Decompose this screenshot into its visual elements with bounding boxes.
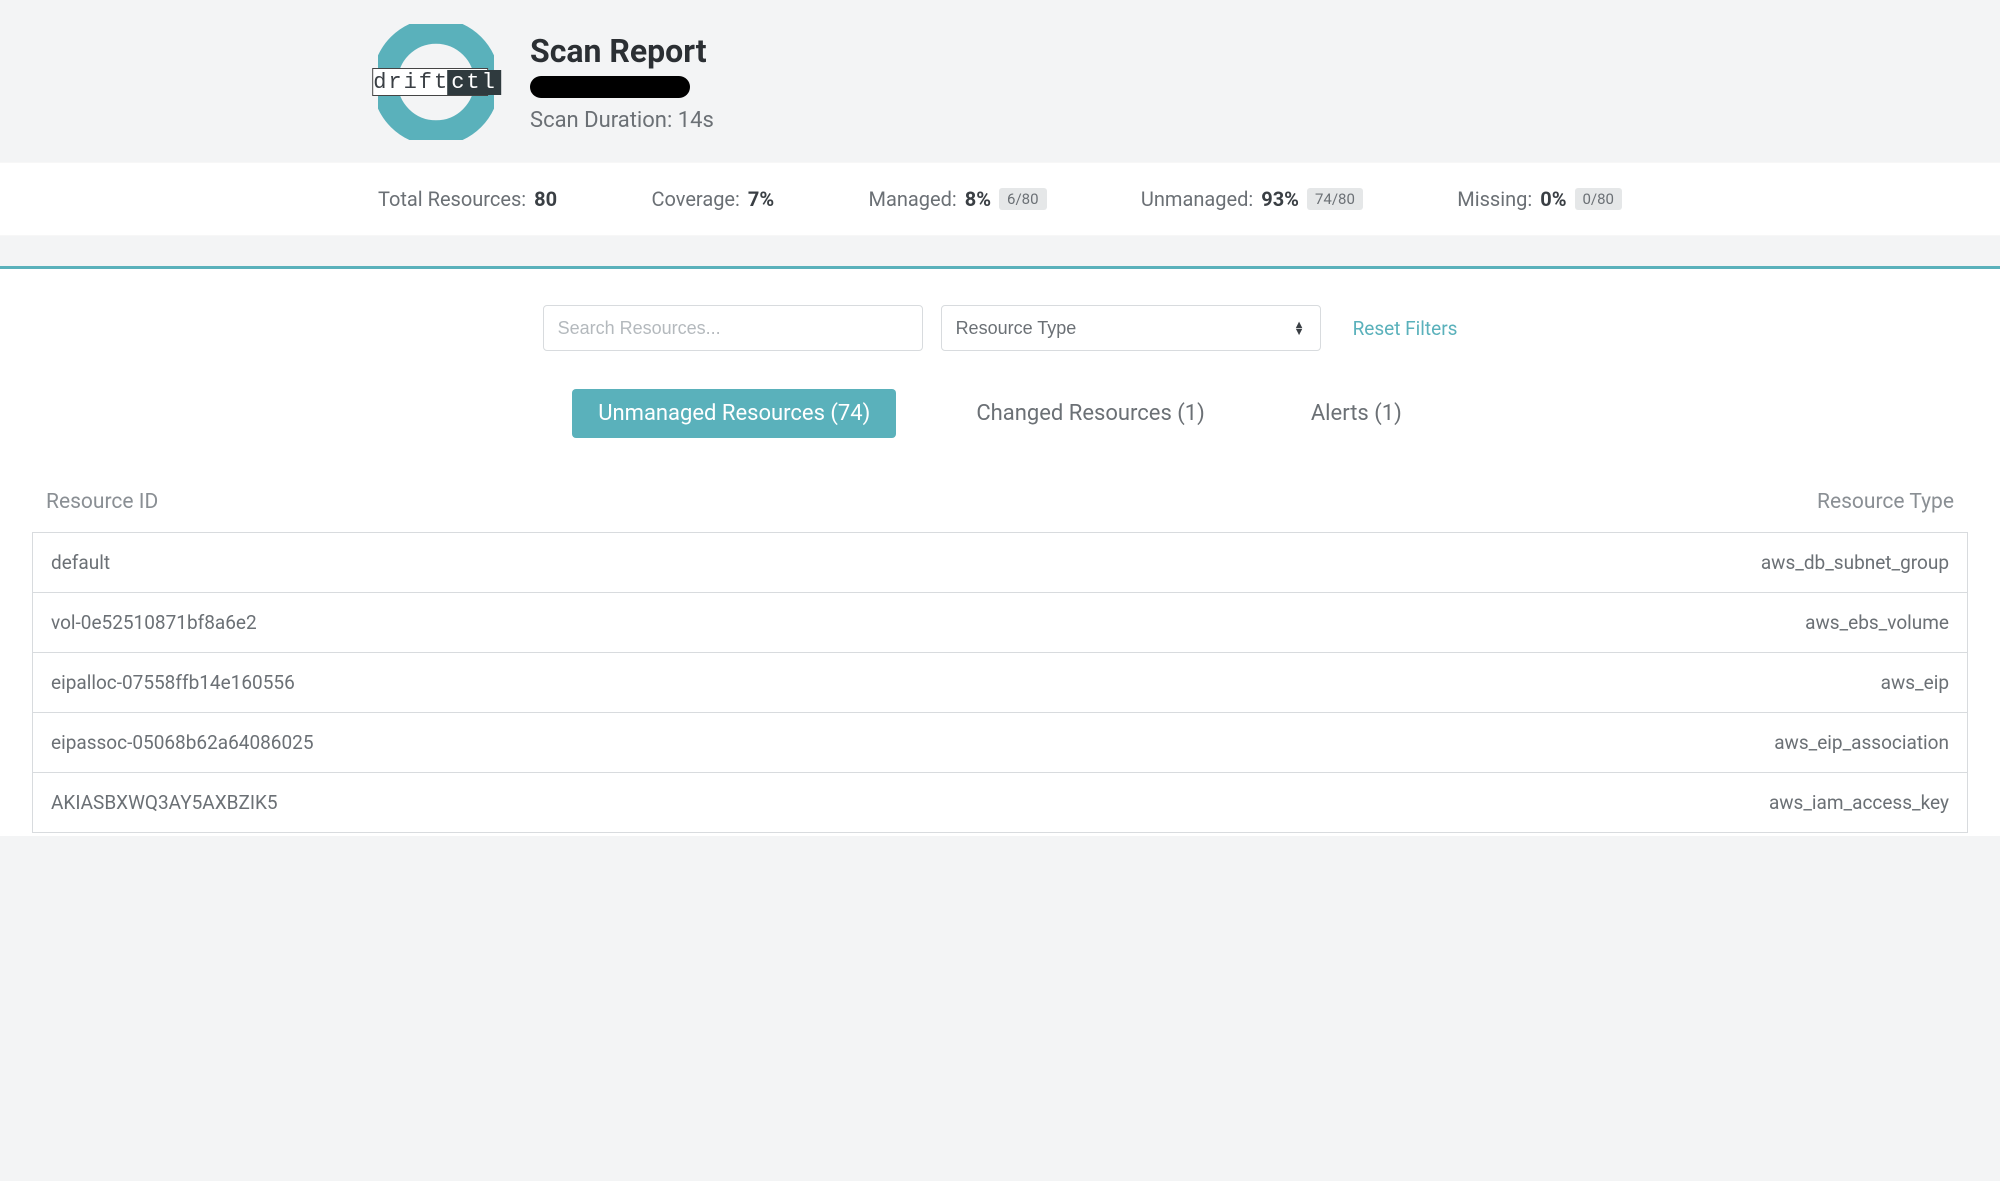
stat-coverage: Coverage: 7% [651,187,774,211]
stat-value: 7% [748,187,774,211]
cell-resource-id: vol-0e52510871bf8a6e2 [51,611,257,634]
stat-managed: Managed: 8% 6/80 [869,187,1047,211]
redacted-subtitle [530,76,690,98]
stat-unmanaged: Unmanaged: 93% 74/80 [1141,187,1363,211]
resource-type-select[interactable]: Resource Type [941,305,1321,351]
cell-resource-type: aws_eip_association [1774,731,1949,754]
stat-value: 0% [1540,187,1566,211]
tabs: Unmanaged Resources (74) Changed Resourc… [32,389,1968,438]
scan-duration: Scan Duration: 14s [530,108,714,133]
stat-value: 93% [1261,187,1299,211]
logo-text-ctl: ctl [447,70,501,95]
table-row[interactable]: AKIASBXWQ3AY5AXBZIK5 aws_iam_access_key [33,773,1967,833]
stat-label: Total Resources: [378,187,526,211]
tab-unmanaged[interactable]: Unmanaged Resources (74) [572,389,896,438]
search-input[interactable] [543,305,923,351]
cell-resource-id: default [51,551,110,574]
cell-resource-id: eipassoc-05068b62a64086025 [51,731,314,754]
table-header: Resource ID Resource Type [32,490,1968,532]
stat-fraction-badge: 0/80 [1575,188,1622,210]
logo-text-drift: drift [373,70,449,95]
tab-changed[interactable]: Changed Resources (1) [950,389,1231,438]
table-row[interactable]: default aws_db_subnet_group [33,533,1967,593]
stat-label: Missing: [1457,187,1532,211]
resource-list: default aws_db_subnet_group vol-0e525108… [32,532,1968,833]
filter-row: Resource Type ▲▼ Reset Filters [32,305,1968,351]
tab-alerts[interactable]: Alerts (1) [1285,389,1428,438]
col-resource-id: Resource ID [46,490,158,514]
cell-resource-type: aws_eip [1881,671,1949,694]
page-title: Scan Report [530,32,714,70]
stat-fraction-badge: 74/80 [1307,188,1363,210]
stat-label: Managed: [869,187,957,211]
cell-resource-type: aws_iam_access_key [1769,791,1949,814]
stat-label: Unmanaged: [1141,187,1253,211]
reset-filters-link[interactable]: Reset Filters [1353,317,1458,340]
section-gap [0,236,2000,266]
stat-value: 80 [534,187,557,211]
report-header: driftctl Scan Report Scan Duration: 14s [0,0,2000,162]
content-panel: Resource Type ▲▼ Reset Filters Unmanaged… [0,266,2000,836]
cell-resource-type: aws_ebs_volume [1805,611,1949,634]
stat-missing: Missing: 0% 0/80 [1457,187,1622,211]
stat-fraction-badge: 6/80 [999,188,1046,210]
stat-value: 8% [965,187,991,211]
driftctl-logo: driftctl [378,24,494,140]
table-row[interactable]: vol-0e52510871bf8a6e2 aws_ebs_volume [33,593,1967,653]
cell-resource-id: eipalloc-07558ffb14e160556 [51,671,295,694]
table-row[interactable]: eipassoc-05068b62a64086025 aws_eip_assoc… [33,713,1967,773]
cell-resource-id: AKIASBXWQ3AY5AXBZIK5 [51,791,278,814]
col-resource-type: Resource Type [1817,490,1954,514]
cell-resource-type: aws_db_subnet_group [1761,551,1949,574]
stat-label: Coverage: [651,187,739,211]
table-row[interactable]: eipalloc-07558ffb14e160556 aws_eip [33,653,1967,713]
stats-bar: Total Resources: 80 Coverage: 7% Managed… [0,162,2000,236]
stat-total: Total Resources: 80 [378,187,557,211]
